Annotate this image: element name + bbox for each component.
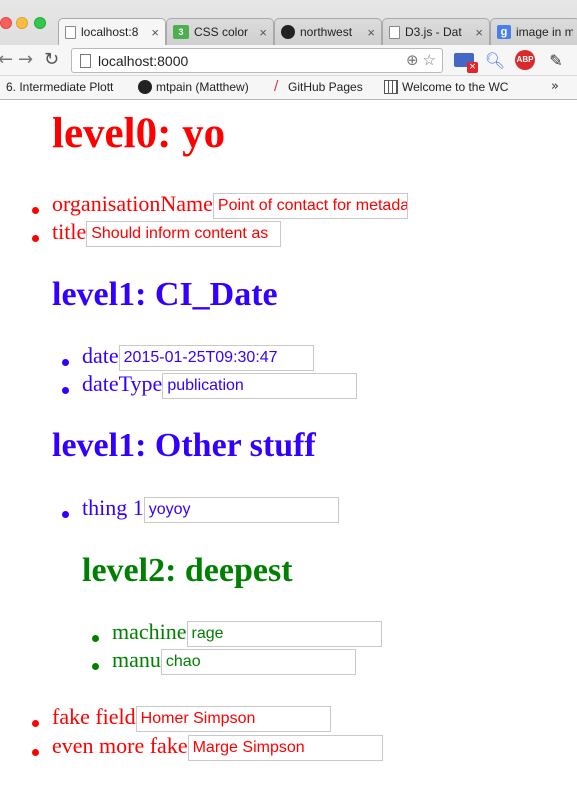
list-item: date 2015-01-25T09:30:47 [62,343,314,371]
adblock-plus-icon[interactable]: ABP [514,49,536,71]
field-label: dateType [82,371,163,396]
page-icon [389,25,400,39]
bullet-icon [92,635,99,642]
tab-close-icon[interactable]: × [259,25,267,40]
cast-error-badge: × [467,62,478,73]
css3-icon: 3 [173,25,189,39]
deepest-heading: level2: deepest [82,552,293,589]
pen-icon: / [274,79,279,94]
tab-title: northwest [300,25,353,39]
even-more-fake-input[interactable]: Marge Simpson [187,735,383,761]
address-text: localhost:8000 [98,52,189,69]
bullet-icon [62,387,69,394]
close-window-button[interactable] [0,17,12,29]
bookmarks-bar: 6. Intermediate Plott mtpain (Matthew) /… [0,76,577,99]
list-item: fake field Homer Simpson [32,704,331,732]
list-item: title Should inform content as [32,219,282,247]
bookmark-label: Welcome to the WC [402,80,509,94]
machine-field[interactable]: rage [186,621,382,647]
bookmark-intermediate-plotting[interactable]: 6. Intermediate Plott [6,80,113,94]
list-item: organisationName Point of contact for me… [32,191,408,219]
level0-heading: level0: yo [52,110,226,157]
tab-close-icon[interactable]: × [475,25,483,40]
back-arrow-icon[interactable]: ← [0,49,13,70]
w3c-icon [384,80,398,94]
title-field[interactable]: Should inform content as [86,221,282,247]
page-icon [65,25,76,39]
manu-field[interactable]: chao [160,649,356,675]
bullet-icon [62,511,69,518]
other-stuff-heading: level1: Other stuff [52,427,316,464]
bookmark-star-icon[interactable]: ☆ [423,51,436,69]
github-icon [138,80,152,94]
tab-d3js[interactable]: D3.js - Dat × [382,18,490,45]
field-label: machine [112,619,187,644]
tab-close-icon[interactable]: × [151,25,159,40]
bookmark-label: mtpain (Matthew) [156,80,249,94]
tab-title: D3.js - Dat [405,25,462,39]
bullet-icon [32,749,39,756]
search-extension-icon[interactable]: 🔍︎ [484,49,506,71]
bookmark-label: 6. Intermediate Plott [6,80,114,94]
field-label: manu [112,647,161,672]
bullet-icon [32,207,39,214]
tab-title: CSS color [194,25,249,39]
bullet-icon [62,359,69,366]
ci-date-heading: level1: CI_Date [52,276,278,313]
bookmark-github-pages[interactable]: / GitHub Pages [274,79,363,95]
list-item: thing 1 yoyoy [62,495,339,523]
address-bar[interactable]: localhost:8000 ⊕ ☆ [71,48,443,73]
thing-1-field[interactable]: yoyoy [143,497,339,523]
organisation-name-field[interactable]: Point of contact for metadata [212,193,408,219]
field-label: date [82,343,119,368]
zoom-icon[interactable]: ⊕ [406,51,419,69]
page-info-icon[interactable] [80,53,91,68]
minimize-window-button[interactable] [16,17,28,29]
cast-extension-icon[interactable]: × [453,49,478,73]
bullet-icon [32,235,39,242]
browser-chrome: localhost:8 × 3 CSS color × northwest × … [0,0,577,100]
bookmark-label: GitHub Pages [288,80,363,94]
tab-css-color[interactable]: 3 CSS color × [166,18,274,45]
toolbar: ← → ↻ localhost:8000 ⊕ ☆ × 🔍︎ ABP ✎ [0,45,577,75]
eyedropper-icon[interactable]: ✎ [545,49,567,71]
github-icon [281,25,295,39]
tab-close-icon[interactable]: × [367,25,375,40]
tab-title: image in m [516,25,573,39]
list-item: manu chao [92,647,356,675]
tab-strip: localhost:8 × 3 CSS color × northwest × … [58,14,577,45]
tab-northwest[interactable]: northwest × [274,18,382,45]
tab-localhost[interactable]: localhost:8 × [58,18,166,45]
forward-arrow-icon[interactable]: → [18,49,33,70]
tab-title: localhost:8 [81,25,139,39]
list-item: machine rage [92,619,382,647]
field-label: even more fake [52,733,188,758]
reload-icon[interactable]: ↻ [44,49,59,70]
list-item: dateType publication [62,371,358,399]
bookmarks-overflow-icon[interactable]: » [551,79,559,94]
fake-field-input[interactable]: Homer Simpson [135,706,331,732]
bookmark-w3c[interactable]: Welcome to the WC [384,80,508,94]
field-label: organisationName [52,191,213,216]
zoom-window-button[interactable] [34,17,46,29]
bullet-icon [92,663,99,670]
bullet-icon [32,720,39,727]
field-label: thing 1 [82,495,144,520]
field-label: title [52,219,87,244]
google-icon: g [497,25,511,39]
date-field[interactable]: 2015-01-25T09:30:47 [118,345,314,371]
list-item: even more fake Marge Simpson [32,733,383,761]
date-type-field[interactable]: publication [162,373,358,399]
bookmark-mtpain[interactable]: mtpain (Matthew) [138,80,249,94]
field-label: fake field [52,704,136,729]
tab-image-search[interactable]: g image in m [490,18,577,45]
abp-label: ABP [515,50,535,70]
